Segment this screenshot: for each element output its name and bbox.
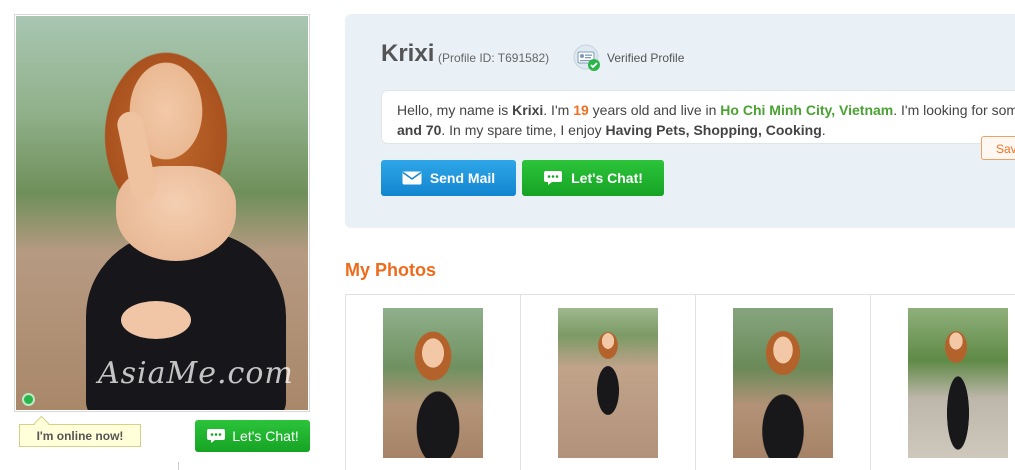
photo-cell (521, 295, 696, 470)
photo-thumbnail[interactable] (383, 308, 483, 458)
photo-watermark: AsiaMe.com (98, 356, 294, 391)
lets-chat-button-small[interactable]: Let's Chat! (195, 420, 310, 452)
id-card-check-icon (573, 44, 600, 71)
bio-age-range-end: and 70 (397, 122, 442, 138)
save-button[interactable]: Sav (981, 136, 1015, 160)
chat-bubble-icon (207, 429, 226, 443)
online-status-label: I'm online now! (19, 424, 141, 447)
lets-chat-button[interactable]: Let's Chat! (522, 160, 664, 196)
photo-thumbnail[interactable] (733, 308, 833, 458)
bio-text-part: . I'm looking for som (893, 102, 1015, 118)
divider (178, 462, 179, 470)
photo-cell (871, 295, 1015, 470)
photos-grid (345, 294, 1015, 470)
send-mail-label: Send Mail (429, 170, 496, 186)
bio-text-part: years old and live in (588, 102, 721, 118)
bio-text: Hello, my name is Krixi. I'm 19 years ol… (381, 90, 1015, 144)
bio-name: Krixi (512, 102, 544, 118)
bio-text-part: . (821, 122, 826, 138)
lets-chat-label-small: Let's Chat! (232, 428, 299, 444)
photo-thumbnail[interactable] (908, 308, 1008, 458)
bio-hobbies: Having Pets, Shopping, Cooking (605, 122, 822, 138)
photo-cell (346, 295, 521, 470)
photo-thumbnail[interactable] (558, 308, 658, 458)
main-profile-photo-frame[interactable]: AsiaMe.com (14, 14, 310, 412)
my-photos-heading: My Photos (345, 260, 437, 280)
bio-text-part: . In my spare time, I enjoy (441, 122, 606, 138)
send-mail-button[interactable]: Send Mail (381, 160, 516, 196)
lets-chat-label: Let's Chat! (571, 170, 643, 186)
verified-profile-label: Verified Profile (607, 51, 685, 65)
photo-cell (696, 295, 871, 470)
photo-hand-shape (121, 301, 191, 339)
chat-bubble-icon (544, 171, 563, 185)
bio-location: Ho Chi Minh City, Vietnam (720, 102, 894, 118)
bio-text-part: . I'm (543, 102, 574, 118)
profile-id: (Profile ID: T691582) (438, 51, 550, 65)
online-status-dot (22, 393, 35, 406)
bio-text-part: Hello, my name is (397, 102, 513, 118)
main-profile-photo[interactable]: AsiaMe.com (16, 16, 308, 410)
profile-name: Krixi (381, 40, 435, 67)
bio-age: 19 (573, 102, 589, 118)
envelope-icon (402, 171, 422, 185)
profile-info-panel: Krixi (Profile ID: T691582) Verified Pro… (345, 14, 1015, 228)
